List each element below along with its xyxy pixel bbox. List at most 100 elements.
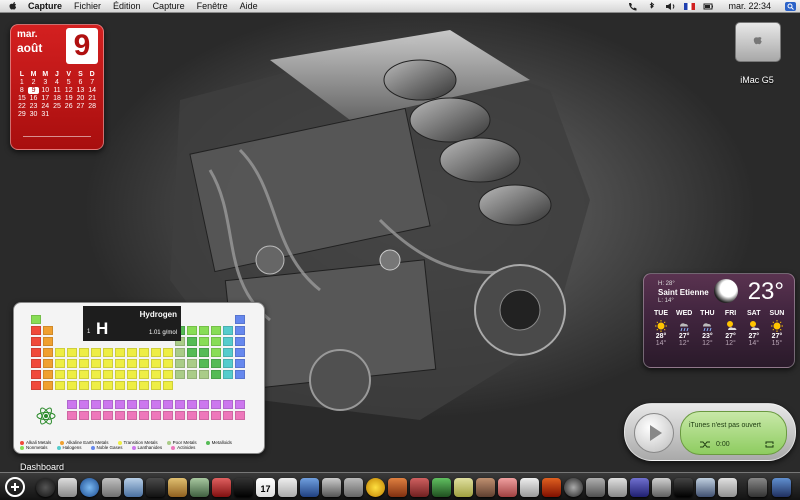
element-cell[interactable] [127, 359, 137, 368]
element-cell[interactable] [79, 381, 89, 390]
element-cell[interactable] [235, 370, 245, 379]
element-cell[interactable] [127, 411, 137, 420]
element-cell[interactable] [67, 411, 77, 420]
weather-widget-icon[interactable] [300, 478, 319, 497]
calculator-widget-icon[interactable] [102, 478, 121, 497]
dictionary-widget-icon[interactable] [58, 478, 77, 497]
element-cell[interactable] [235, 348, 245, 357]
menu-edit[interactable]: Édition [107, 0, 147, 12]
add-widget-button[interactable] [5, 477, 25, 497]
element-cell[interactable] [91, 381, 101, 390]
play-button[interactable] [634, 413, 674, 453]
element-cell[interactable] [235, 326, 245, 335]
widget-icon-28[interactable] [652, 478, 671, 497]
element-cell[interactable] [115, 381, 125, 390]
element-cell[interactable] [79, 370, 89, 379]
element-cell[interactable] [163, 359, 173, 368]
element-cell[interactable] [67, 348, 77, 357]
ski-report-widget-icon[interactable] [234, 478, 253, 497]
element-cell[interactable] [187, 326, 197, 335]
battery-icon[interactable] [703, 2, 714, 11]
element-cell[interactable] [187, 400, 197, 409]
widget-icon-19[interactable] [454, 478, 473, 497]
element-cell[interactable] [103, 359, 113, 368]
element-cell[interactable] [91, 400, 101, 409]
element-cell[interactable] [223, 337, 233, 346]
element-cell[interactable] [223, 326, 233, 335]
translation-widget-icon[interactable] [278, 478, 297, 497]
element-cell[interactable] [163, 348, 173, 357]
widget-icon-26[interactable] [608, 478, 627, 497]
unit-converter-widget-icon[interactable] [322, 478, 341, 497]
element-cell[interactable] [163, 370, 173, 379]
element-cell[interactable] [31, 381, 41, 390]
element-cell[interactable] [103, 381, 113, 390]
element-cell[interactable] [151, 400, 161, 409]
element-cell[interactable] [151, 348, 161, 357]
element-cell[interactable] [139, 348, 149, 357]
element-cell[interactable] [127, 400, 137, 409]
periodic-table-widget[interactable]: 1 H Hydrogen 1.01 g/mol Alkali Metals Alk… [13, 302, 265, 454]
element-cell[interactable] [139, 400, 149, 409]
element-cell[interactable] [115, 400, 125, 409]
element-cell[interactable] [43, 359, 53, 368]
element-cell[interactable] [211, 370, 221, 379]
element-cell[interactable] [151, 359, 161, 368]
element-cell[interactable] [151, 370, 161, 379]
element-cell[interactable] [199, 400, 209, 409]
element-cell[interactable] [79, 400, 89, 409]
widget-icon-22[interactable] [520, 478, 539, 497]
element-cell[interactable] [187, 348, 197, 357]
widget-icon-24[interactable] [564, 478, 583, 497]
element-cell[interactable] [31, 370, 41, 379]
element-cell[interactable] [91, 348, 101, 357]
element-cell[interactable] [163, 400, 173, 409]
element-cell[interactable] [211, 359, 221, 368]
widget-icon-21[interactable] [498, 478, 517, 497]
element-cell[interactable] [187, 337, 197, 346]
element-cell[interactable] [55, 359, 65, 368]
element-cell[interactable] [31, 315, 41, 324]
element-cell[interactable] [199, 370, 209, 379]
element-cell[interactable] [139, 359, 149, 368]
flight-tracker-widget-icon[interactable] [146, 478, 165, 497]
element-cell[interactable] [55, 381, 65, 390]
element-cell[interactable] [55, 370, 65, 379]
element-cell[interactable] [67, 381, 77, 390]
repeat-icon[interactable] [765, 441, 774, 448]
element-cell[interactable] [103, 348, 113, 357]
widget-icon-18[interactable] [432, 478, 451, 497]
element-cell[interactable] [91, 359, 101, 368]
spotlight-search-icon[interactable] [785, 1, 796, 11]
element-cell[interactable] [187, 411, 197, 420]
element-cell[interactable] [175, 370, 185, 379]
element-cell[interactable] [199, 348, 209, 357]
element-cell[interactable] [151, 411, 161, 420]
atom-icon[interactable] [35, 407, 57, 425]
element-cell[interactable] [211, 348, 221, 357]
element-cell[interactable] [115, 359, 125, 368]
phone-book-widget-icon[interactable] [190, 478, 209, 497]
itunes-widget-icon[interactable] [212, 478, 231, 497]
element-cell[interactable] [139, 381, 149, 390]
element-cell[interactable] [235, 337, 245, 346]
element-cell[interactable] [67, 359, 77, 368]
widget-icon-20[interactable] [476, 478, 495, 497]
element-cell[interactable] [103, 411, 113, 420]
menu-window[interactable]: Fenêtre [191, 0, 234, 12]
element-cell[interactable] [115, 348, 125, 357]
element-cell[interactable] [211, 400, 221, 409]
shuffle-icon[interactable] [700, 441, 710, 448]
element-cell[interactable] [223, 348, 233, 357]
element-cell[interactable] [199, 337, 209, 346]
element-cell[interactable] [127, 370, 137, 379]
element-cell[interactable] [175, 348, 185, 357]
element-cell[interactable] [127, 348, 137, 357]
element-cell[interactable] [223, 411, 233, 420]
bluetooth-icon[interactable] [646, 1, 657, 11]
element-cell[interactable] [43, 381, 53, 390]
menu-file[interactable]: Fichier [68, 0, 107, 12]
element-cell[interactable] [67, 400, 77, 409]
element-cell[interactable] [43, 370, 53, 379]
apple-menu-icon[interactable] [8, 1, 18, 11]
